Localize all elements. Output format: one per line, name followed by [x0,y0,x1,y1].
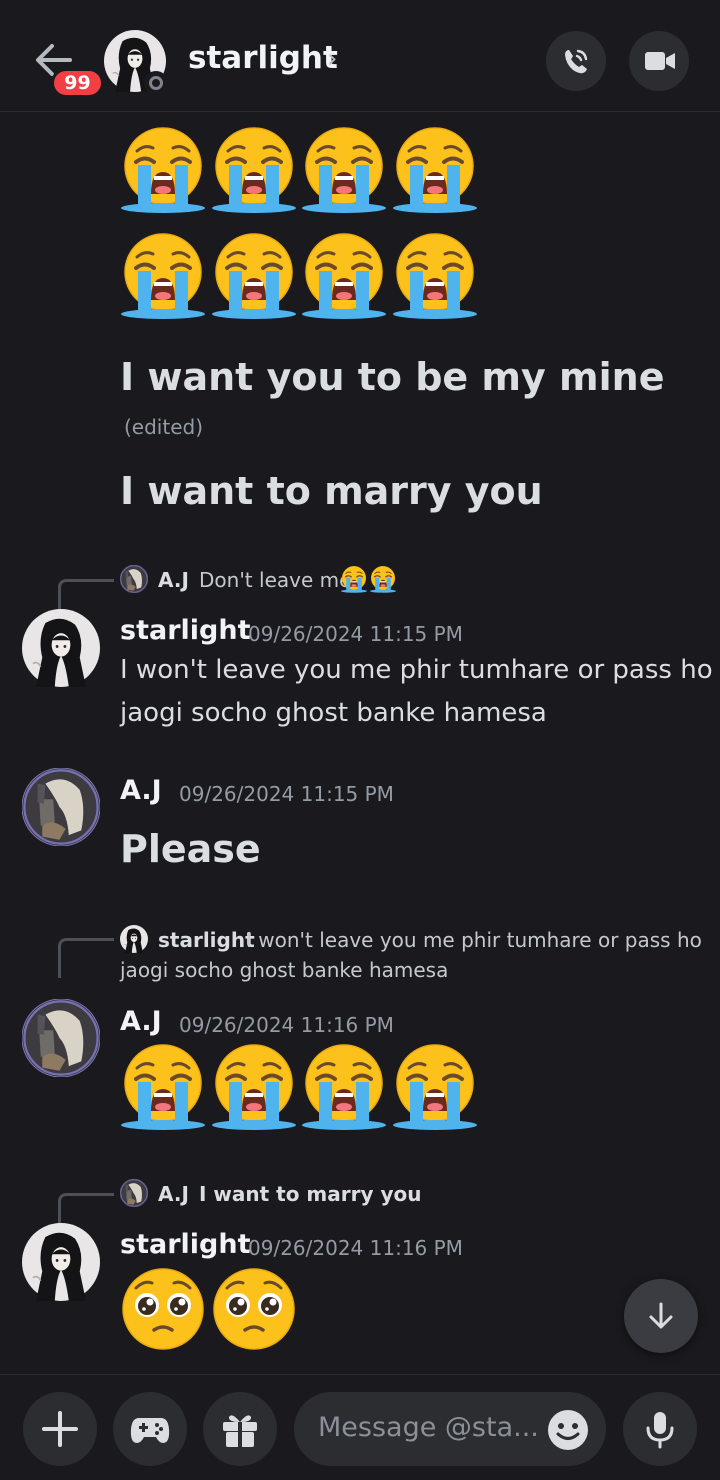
loudly-crying-face-emoji [369,565,397,593]
add-attachment-button[interactable] [23,1392,97,1466]
reply-preview[interactable]: jaogi socho ghost banke hamesa [120,958,448,982]
message-timestamp: 09/26/2024 11:16 PM [248,1236,463,1260]
microphone-icon [646,1412,674,1449]
message-timestamp: 09/26/2024 11:15 PM [248,622,463,646]
message-text[interactable]: I want you to be my mine [120,355,664,399]
scroll-to-bottom-button[interactable] [624,1279,698,1353]
avatar[interactable] [22,1223,100,1301]
reply-avatar [120,565,148,593]
message-text[interactable]: I want to marry you [120,469,543,513]
offline-status-icon [144,71,168,95]
message-input-placeholder: Message @sta... [318,1412,539,1443]
loudly-crying-face-emoji [300,232,388,320]
voice-call-button[interactable] [546,31,606,91]
reply-preview[interactable]: I want to marry you [199,1182,421,1206]
loudly-crying-face-emoji [210,1043,298,1131]
reply-connector [58,938,114,978]
reply-avatar [120,1179,148,1207]
chat-header: 99 starlight › [0,0,720,112]
video-call-button[interactable] [629,31,689,91]
reply-author[interactable]: A.J [158,1182,189,1206]
message-author[interactable]: A.J [120,775,162,806]
message-author[interactable]: starlight [120,1229,250,1260]
avatar[interactable] [22,609,100,687]
reply-preview[interactable]: Don't leave me [199,568,351,592]
gift-button[interactable] [203,1392,277,1466]
message-input[interactable]: Message @sta... [294,1392,606,1466]
reply-author[interactable]: A.J [158,568,189,592]
pleading-face-emoji [121,1267,205,1351]
loudly-crying-face-emoji [391,126,479,214]
channel-title[interactable]: starlight [188,40,338,76]
loudly-crying-face-emoji [119,1043,207,1131]
edited-label: (edited) [124,415,204,439]
message-timestamp: 09/26/2024 11:15 PM [179,782,394,806]
message-author[interactable]: starlight [120,615,250,646]
loudly-crying-face-emoji [300,1043,388,1131]
loudly-crying-face-emoji [391,232,479,320]
loudly-crying-face-emoji [119,232,207,320]
reply-preview[interactable]: I won't leave you me phir tumhare or pas… [246,928,702,952]
avatar[interactable] [22,999,100,1077]
loudly-crying-face-emoji [210,232,298,320]
message-timestamp: 09/26/2024 11:16 PM [179,1013,394,1037]
reply-author[interactable]: starlight [158,928,255,952]
emoji-smile-icon[interactable] [547,1409,589,1451]
pleading-face-emoji [212,1267,296,1351]
chevron-right-icon[interactable]: › [327,44,337,74]
composer-bar: Message @sta... [0,1374,720,1480]
video-camera-icon [645,52,675,70]
loudly-crying-face-emoji [300,126,388,214]
loudly-crying-face-emoji [391,1043,479,1131]
message-text[interactable]: jaogi socho ghost banke hamesa [120,692,547,735]
message-text[interactable]: Please [120,827,261,871]
loudly-crying-face-emoji [119,126,207,214]
plus-icon [42,1411,78,1447]
phone-call-icon [565,49,588,74]
unread-badge: 99 [51,68,104,98]
message-author[interactable]: A.J [120,1006,162,1037]
gamepad-icon [130,1418,170,1443]
activities-button[interactable] [113,1392,187,1466]
reply-avatar [120,925,148,953]
message-text[interactable]: I won't leave you me phir tumhare or pas… [120,649,713,692]
loudly-crying-face-emoji [210,126,298,214]
arrow-down-icon [649,1302,673,1329]
loudly-crying-face-emoji [340,565,368,593]
gift-icon [223,1415,257,1447]
voice-message-button[interactable] [623,1392,697,1466]
avatar[interactable] [22,768,100,846]
